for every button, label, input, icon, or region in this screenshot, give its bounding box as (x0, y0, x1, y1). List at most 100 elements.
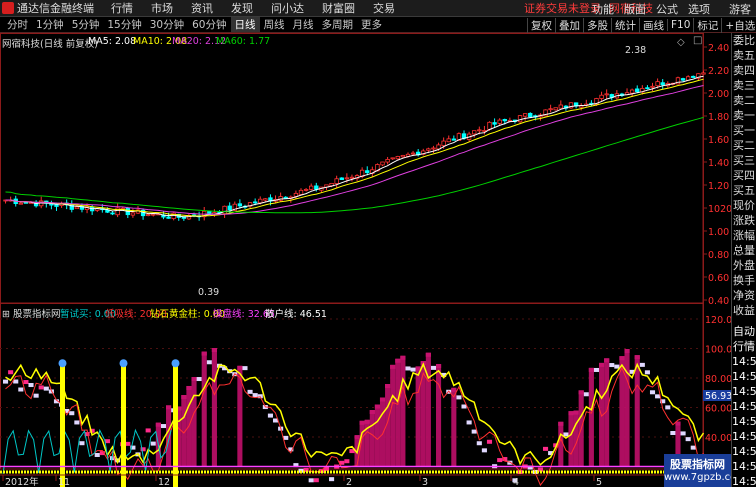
retail-line-segment (69, 411, 75, 416)
candle-body (604, 93, 609, 96)
side-panel-item: 14:56 (732, 475, 756, 487)
side-panel-item: 买二 (733, 139, 755, 152)
retail-line-segment (313, 478, 319, 483)
candle-body (309, 185, 314, 190)
candle-body (477, 129, 482, 132)
side-panel-item: 卖二 (733, 94, 755, 107)
menu-ask[interactable]: 问小达 (262, 0, 313, 16)
retail-line-segment (150, 441, 156, 446)
period-tab-multi[interactable]: 多周期 (318, 17, 358, 32)
side-panel-item: 14:56 (732, 355, 756, 368)
candle-body (339, 177, 344, 181)
menu-options[interactable]: 选项 (683, 1, 715, 17)
menu-news[interactable]: 资讯 (182, 0, 222, 16)
draw-line-button[interactable]: 画线 (639, 17, 667, 33)
candle-body (517, 115, 523, 123)
retail-line-segment (665, 405, 671, 410)
trader-area-bar (211, 348, 217, 467)
candle-body (492, 122, 497, 125)
price-y-label: 1.60 (708, 135, 729, 146)
watermark-url: www.7gpzb.com (664, 472, 746, 483)
retail-line-segment (593, 367, 600, 372)
panel-maximize-icon[interactable]: □ (693, 35, 702, 46)
side-panel-item: 自动 (733, 325, 755, 338)
mark-button[interactable]: 标记 (693, 17, 721, 33)
side-panel-item: 买五 (733, 184, 755, 197)
retail-line-segment (125, 441, 131, 446)
menu-trade[interactable]: 交易 (364, 0, 404, 16)
guest-user[interactable]: 游客 (715, 1, 756, 17)
gold-bar (121, 366, 126, 487)
trader-area-bar (425, 352, 431, 467)
retail-line-segment (680, 431, 686, 436)
menu-functions[interactable]: 功能 (587, 1, 619, 17)
side-panel-item: 14:56 (732, 445, 756, 458)
period-tab-30min[interactable]: 30分钟 (146, 17, 188, 32)
period-tab-15min[interactable]: 15分钟 (103, 17, 145, 32)
menu-quotes[interactable]: 行情 (102, 0, 142, 16)
statistics-button[interactable]: 统计 (611, 17, 639, 33)
retail-line-segment (471, 429, 477, 434)
menu-discover[interactable]: 发现 (222, 0, 262, 16)
adjust-button[interactable]: 复权 (527, 17, 555, 33)
overlay-button[interactable]: 叠加 (555, 17, 583, 33)
side-panel-item: 涨跌 (733, 214, 755, 227)
candle-body (487, 121, 492, 130)
candle-body (237, 203, 243, 207)
period-tab-daily[interactable]: 日线 (230, 17, 260, 32)
price-panel[interactable] (3, 70, 706, 221)
candle-body (426, 148, 431, 151)
side-panel-item: 卖一 (733, 109, 755, 122)
kline-chart[interactable]: 2.40 2.20 2.00 1.80 1.60 1.40 1.20 1020 1.00 0.80… (0, 33, 731, 487)
side-panel-item: 委比 (733, 34, 755, 47)
candle-body (502, 119, 507, 122)
add-watchlist-button[interactable]: +自选 (721, 17, 756, 33)
gold-bar-marker (119, 359, 128, 368)
retail-line-segment (329, 477, 335, 482)
retail-line-segment (252, 393, 258, 398)
retail-line-segment (242, 366, 248, 371)
candle-body (660, 82, 665, 86)
retail-line-segment (247, 389, 253, 394)
retail-line-segment (38, 385, 44, 390)
price-y-label: 2.00 (708, 89, 729, 100)
menu-formula[interactable]: 公式 (651, 1, 683, 17)
menu-wealth[interactable]: 财富圈 (313, 0, 364, 16)
period-tab-monthly[interactable]: 月线 (289, 17, 318, 32)
candle-body (349, 176, 355, 179)
candle-body (680, 78, 686, 81)
period-tab-1min[interactable]: 1分钟 (32, 17, 68, 32)
date-label: 5 (596, 477, 602, 487)
panel-settings-icon[interactable]: ◇ (677, 37, 685, 48)
trader-area-bar (415, 366, 421, 467)
low-marker: 0.39 (198, 287, 220, 298)
trader-area-bar (588, 367, 594, 467)
menu-market[interactable]: 市场 (142, 0, 182, 16)
candle-body (395, 156, 400, 160)
f10-button[interactable]: F10 (667, 19, 693, 31)
candle-body (263, 198, 268, 201)
menu-layout[interactable]: 版面 (619, 1, 651, 17)
period-tab-weekly[interactable]: 周线 (260, 17, 289, 32)
multi-stock-button[interactable]: 多股 (583, 17, 611, 33)
period-tab-more[interactable]: 更多 (357, 17, 386, 32)
quote-side-panel: 委比 卖五 卖四 卖三 卖二 卖一 买一 买二 买三 买四 买五 现价 涨跌 涨幅 总量 外盘 换手 净资 收益 自动… (731, 33, 756, 487)
candle-body (23, 201, 29, 204)
date-label: 4 (513, 477, 519, 487)
retail-line-segment (614, 364, 620, 369)
retail-line-segment (3, 379, 9, 384)
ma60-line (5, 116, 704, 214)
side-panel-item: 净资 (733, 289, 755, 302)
period-tab-60min[interactable]: 60分钟 (188, 17, 230, 32)
site-watermark: 股票指标网 www.7gpzb.com (664, 454, 746, 487)
price-y-label: 0.80 (708, 250, 729, 261)
period-tab-timeshare[interactable]: 分时 (3, 17, 32, 32)
trader-area-bar (374, 404, 380, 467)
period-tab-5min[interactable]: 5分钟 (68, 17, 104, 32)
date-label: 11 (58, 477, 70, 487)
price-y-label: 0.40 (708, 296, 729, 307)
indicator-panel[interactable] (0, 348, 706, 487)
trader-area-bar (568, 411, 574, 467)
side-panel-item: 14:56 (732, 385, 756, 398)
candle-body (18, 202, 24, 205)
